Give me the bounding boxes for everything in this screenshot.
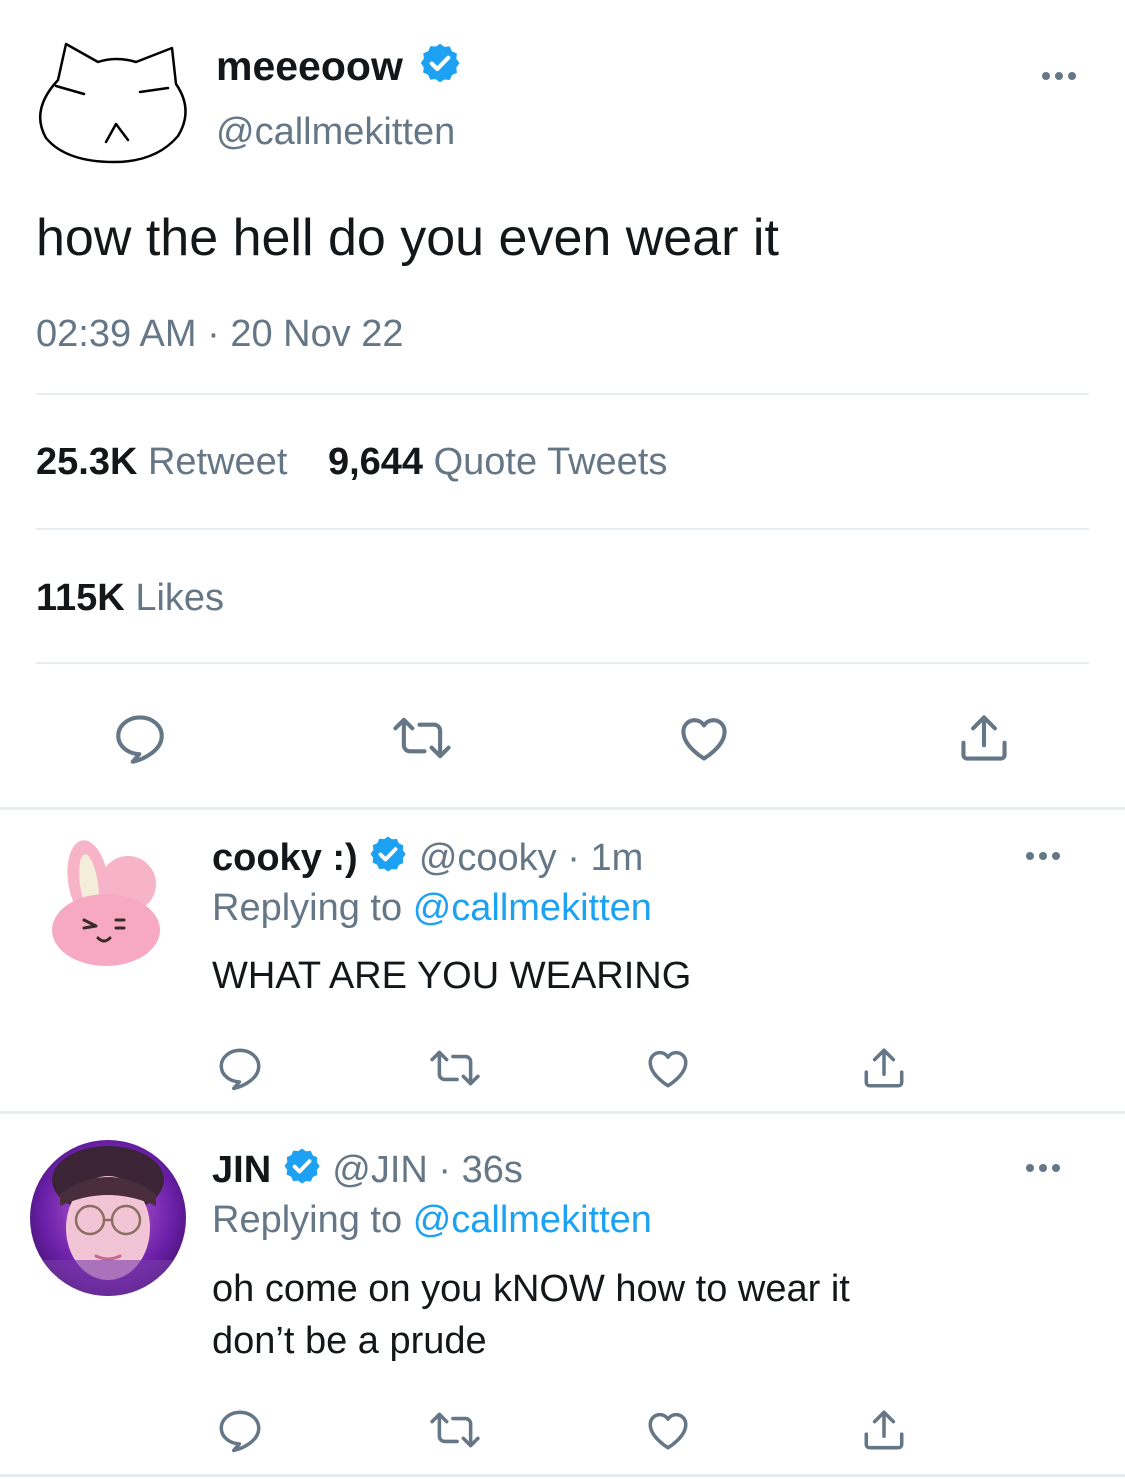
like-button[interactable] — [640, 1402, 696, 1458]
reply-icon — [219, 1048, 261, 1091]
divider — [0, 807, 1125, 810]
retweet-icon — [430, 1050, 480, 1086]
handle[interactable]: @JIN — [332, 1149, 428, 1191]
verified-badge-icon — [418, 41, 462, 97]
avatar[interactable] — [48, 836, 164, 968]
separator: · — [438, 1149, 452, 1192]
likes-stat[interactable]: 115K Likes — [36, 574, 224, 622]
separator: · — [207, 313, 220, 355]
reply-button[interactable] — [108, 706, 172, 770]
replying-to: Replying to @callmekitten — [212, 884, 652, 932]
divider — [36, 393, 1089, 395]
share-icon — [961, 715, 1007, 761]
replying-label: Replying to — [212, 1199, 403, 1241]
more-icon[interactable] — [1026, 852, 1060, 860]
replying-to: Replying to @callmekitten — [212, 1196, 652, 1244]
display-name[interactable]: cooky :) — [212, 837, 358, 879]
retweet-button[interactable] — [386, 706, 458, 770]
likes-label: Likes — [135, 577, 225, 619]
share-button[interactable] — [856, 1402, 912, 1458]
replying-label: Replying to — [212, 887, 403, 929]
tweet-date: 20 Nov 22 — [230, 313, 404, 355]
time-ago[interactable]: 36s — [462, 1149, 523, 1191]
divider — [36, 528, 1089, 530]
tweet-text: how the hell do you even wear it — [36, 209, 779, 267]
replying-handle-link[interactable]: @callmekitten — [413, 887, 652, 929]
like-button[interactable] — [672, 706, 736, 770]
heart-icon — [648, 1050, 688, 1088]
retweets-label: Retweet — [147, 441, 288, 483]
divider — [0, 1474, 1125, 1477]
reply-icon — [116, 715, 164, 764]
quotes-stat[interactable]: 9,644 Quote Tweets — [328, 441, 667, 483]
retweet-icon — [393, 717, 451, 759]
reply-text: WHAT ARE YOU WEARING — [212, 955, 692, 997]
share-button[interactable] — [856, 1040, 912, 1096]
quotes-label: Quote Tweets — [433, 441, 668, 483]
avatar[interactable] — [36, 40, 196, 164]
more-icon[interactable] — [1026, 1164, 1060, 1172]
retweet-button[interactable] — [424, 1040, 486, 1096]
verified-badge-icon — [368, 834, 408, 886]
reply-text-line: oh come on you kNOW how to wear it — [212, 1268, 850, 1310]
replying-handle-link[interactable]: @callmekitten — [413, 1199, 652, 1241]
display-name[interactable]: meeeoow — [216, 43, 403, 89]
verified-badge-icon — [282, 1146, 322, 1198]
divider — [36, 662, 1089, 664]
separator: · — [567, 837, 580, 880]
retweets-stat[interactable]: 25.3K Retweet — [36, 441, 287, 483]
heart-icon — [681, 718, 727, 761]
share-icon — [864, 1410, 904, 1450]
time-ago[interactable]: 1m — [590, 837, 643, 879]
heart-icon — [648, 1412, 688, 1450]
quotes-count: 9,644 — [327, 441, 424, 483]
reply-button[interactable] — [212, 1402, 268, 1458]
handle[interactable]: @callmekitten — [216, 108, 455, 156]
divider — [0, 1111, 1125, 1114]
display-name[interactable]: JIN — [212, 1149, 271, 1191]
cat-face-icon — [38, 42, 187, 164]
share-button[interactable] — [952, 706, 1016, 770]
avatar[interactable] — [30, 1140, 186, 1296]
share-icon — [864, 1048, 904, 1088]
reply-header: JIN @JIN · 36s — [212, 1146, 523, 1198]
pink-bunny-icon — [52, 840, 160, 966]
profile-photo-icon — [30, 1140, 186, 1296]
engagement-stats: 25.3K Retweet 9,644 Quote Tweets — [36, 438, 667, 486]
likes-count: 115K — [36, 577, 125, 619]
retweet-button[interactable] — [424, 1402, 486, 1458]
more-icon[interactable] — [1042, 72, 1076, 80]
tweet-time: 02:39 AM — [36, 313, 197, 355]
reply-icon — [219, 1410, 261, 1453]
handle[interactable]: @cooky — [419, 837, 557, 879]
reply-header: cooky :) @cooky · 1m — [212, 834, 643, 886]
like-button[interactable] — [640, 1040, 696, 1096]
reply-text-line: don’t be a prude — [212, 1320, 487, 1362]
reply-button[interactable] — [212, 1040, 268, 1096]
retweets-count: 25.3K — [36, 441, 138, 483]
retweet-icon — [430, 1412, 480, 1448]
tweet-timestamp: 02:39 AM · 20 Nov 22 — [36, 310, 404, 358]
